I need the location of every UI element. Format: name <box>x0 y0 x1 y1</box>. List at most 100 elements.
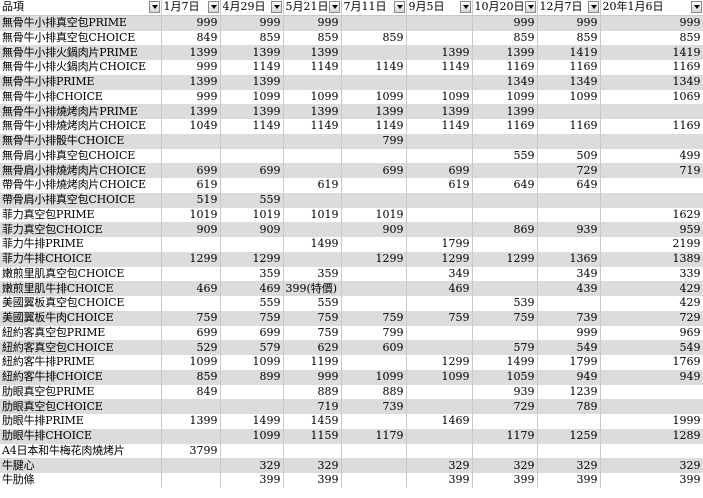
price-cell-jan-7[interactable]: 849 <box>161 30 221 46</box>
price-cell-apr-29[interactable] <box>220 443 284 459</box>
price-cell-sep-5[interactable] <box>406 148 473 164</box>
price-cell-oct-20[interactable] <box>472 281 538 296</box>
price-cell-may-21[interactable]: 719 <box>283 399 342 414</box>
price-cell-may-21[interactable]: 329 <box>283 458 342 473</box>
price-cell-jul-11[interactable]: 1149 <box>341 60 407 75</box>
price-cell-sep-5[interactable]: 1469 <box>406 414 473 429</box>
price-cell-dec-7[interactable]: 399 <box>537 473 601 488</box>
item-name-cell[interactable]: 菲力牛排CHOICE <box>0 251 162 267</box>
price-cell-jan-6-2020[interactable]: 859 <box>600 30 703 46</box>
price-cell-may-21[interactable]: 759 <box>283 310 342 326</box>
price-cell-jul-11[interactable] <box>341 192 407 208</box>
price-cell-apr-29[interactable]: 899 <box>220 369 284 385</box>
item-name-cell[interactable]: 無骨牛小排真空包PRIME <box>0 15 162 31</box>
column-header-may-21[interactable]: 5月21日 <box>283 0 342 16</box>
price-cell-oct-20[interactable]: 1349 <box>472 74 538 90</box>
price-cell-jul-11[interactable] <box>341 355 407 370</box>
price-cell-jan-7[interactable]: 529 <box>161 340 221 355</box>
price-cell-jul-11[interactable]: 1099 <box>341 89 407 105</box>
price-cell-jan-7[interactable]: 1399 <box>161 74 221 90</box>
price-cell-jan-7[interactable]: 469 <box>161 281 221 296</box>
price-cell-apr-29[interactable]: 1399 <box>220 45 284 60</box>
price-cell-may-21[interactable]: 559 <box>283 296 342 311</box>
price-cell-jan-7[interactable] <box>161 399 221 414</box>
price-cell-apr-29[interactable]: 559 <box>220 192 284 208</box>
price-cell-apr-29[interactable]: 1099 <box>220 428 284 444</box>
price-cell-jan-6-2020[interactable]: 1419 <box>600 45 703 60</box>
price-cell-dec-7[interactable] <box>537 443 601 459</box>
price-cell-dec-7[interactable] <box>537 414 601 429</box>
price-cell-apr-29[interactable]: 579 <box>220 340 284 355</box>
price-cell-may-21[interactable]: 1149 <box>283 60 342 75</box>
price-cell-jan-7[interactable]: 1099 <box>161 355 221 370</box>
price-cell-sep-5[interactable]: 619 <box>406 178 473 193</box>
column-header-item-name[interactable]: 品項 <box>0 0 162 16</box>
price-cell-dec-7[interactable]: 1169 <box>537 60 601 75</box>
price-cell-may-21[interactable]: 759 <box>283 325 342 341</box>
price-cell-sep-5[interactable] <box>406 340 473 355</box>
price-cell-sep-5[interactable]: 329 <box>406 458 473 473</box>
price-cell-apr-29[interactable] <box>220 384 284 400</box>
price-cell-may-21[interactable]: 1499 <box>283 237 342 252</box>
price-cell-oct-20[interactable]: 729 <box>472 399 538 414</box>
price-cell-oct-20[interactable]: 859 <box>472 30 538 46</box>
price-cell-sep-5[interactable] <box>406 74 473 90</box>
price-cell-jan-6-2020[interactable]: 1999 <box>600 414 703 429</box>
price-cell-dec-7[interactable]: 509 <box>537 148 601 164</box>
price-cell-jul-11[interactable]: 1399 <box>341 104 407 119</box>
item-name-cell[interactable]: 無骨牛小排燒烤肉片PRIME <box>0 104 162 119</box>
price-cell-apr-29[interactable]: 1019 <box>220 207 284 223</box>
price-cell-dec-7[interactable]: 999 <box>537 325 601 341</box>
price-cell-sep-5[interactable] <box>406 15 473 31</box>
price-cell-jan-6-2020[interactable] <box>600 399 703 414</box>
column-header-jul-11[interactable]: 7月11日 <box>341 0 407 16</box>
price-cell-jul-11[interactable] <box>341 281 407 296</box>
price-cell-dec-7[interactable]: 999 <box>537 15 601 31</box>
item-name-cell[interactable]: 菲力真空包CHOICE <box>0 222 162 237</box>
price-cell-jul-11[interactable]: 859 <box>341 30 407 46</box>
filter-dropdown-icon[interactable] <box>270 1 282 13</box>
price-cell-sep-5[interactable]: 1299 <box>406 251 473 267</box>
price-cell-sep-5[interactable] <box>406 443 473 459</box>
price-cell-apr-29[interactable]: 1299 <box>220 251 284 267</box>
price-cell-apr-29[interactable]: 859 <box>220 30 284 46</box>
price-cell-jan-6-2020[interactable]: 1169 <box>600 60 703 75</box>
price-cell-oct-20[interactable]: 1099 <box>472 89 538 105</box>
price-cell-jan-7[interactable]: 1399 <box>161 104 221 119</box>
column-header-oct-20[interactable]: 10月20日 <box>472 0 538 16</box>
price-cell-may-21[interactable] <box>283 74 342 90</box>
item-name-cell[interactable]: 牛肋條 <box>0 473 162 488</box>
price-cell-jan-7[interactable]: 999 <box>161 15 221 31</box>
price-cell-jan-7[interactable]: 859 <box>161 369 221 385</box>
price-cell-apr-29[interactable]: 999 <box>220 15 284 31</box>
item-name-cell[interactable]: 無骨牛小排PRIME <box>0 74 162 90</box>
price-cell-dec-7[interactable]: 949 <box>537 369 601 385</box>
price-cell-apr-29[interactable] <box>220 237 284 252</box>
price-cell-jan-7[interactable] <box>161 458 221 473</box>
price-cell-dec-7[interactable]: 859 <box>537 30 601 46</box>
price-cell-jul-11[interactable]: 699 <box>341 163 407 178</box>
price-cell-jul-11[interactable]: 609 <box>341 340 407 355</box>
price-cell-dec-7[interactable] <box>537 296 601 311</box>
price-cell-apr-29[interactable]: 1099 <box>220 355 284 370</box>
price-cell-sep-5[interactable] <box>406 207 473 223</box>
item-name-cell[interactable]: 紐約客真空包PRIME <box>0 325 162 341</box>
price-cell-may-21[interactable]: 1019 <box>283 207 342 223</box>
price-cell-sep-5[interactable]: 759 <box>406 310 473 326</box>
price-cell-jul-11[interactable] <box>341 148 407 164</box>
price-cell-may-21[interactable]: 1459 <box>283 414 342 429</box>
price-cell-jan-6-2020[interactable]: 1769 <box>600 355 703 370</box>
price-cell-sep-5[interactable] <box>406 296 473 311</box>
price-cell-may-21[interactable]: 1399 <box>283 104 342 119</box>
price-cell-oct-20[interactable]: 1299 <box>472 251 538 267</box>
price-cell-jul-11[interactable]: 799 <box>341 325 407 341</box>
item-name-cell[interactable]: 紐約客真空包CHOICE <box>0 340 162 355</box>
price-cell-dec-7[interactable]: 1419 <box>537 45 601 60</box>
price-cell-jan-7[interactable]: 759 <box>161 310 221 326</box>
price-cell-may-21[interactable]: 399 <box>283 473 342 488</box>
price-cell-apr-29[interactable]: 1149 <box>220 60 284 75</box>
price-cell-jan-6-2020[interactable]: 429 <box>600 281 703 296</box>
price-cell-jul-11[interactable] <box>341 443 407 459</box>
item-name-cell[interactable]: 無骨肩小排燒烤肉片CHOICE <box>0 163 162 178</box>
price-cell-sep-5[interactable]: 399 <box>406 473 473 488</box>
